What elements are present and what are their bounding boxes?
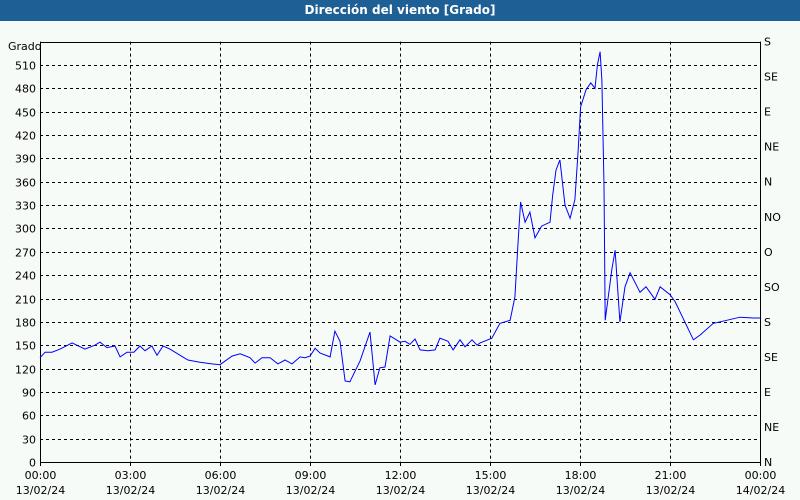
wind-direction-chart: Grado 0 30 60 90 120 150 180 210 240 270 300 330 360…: [8, 36, 785, 497]
y-tick-label: 30: [22, 434, 36, 447]
y-axis-label: Grado: [8, 40, 42, 53]
compass-tick-label: NE: [764, 141, 779, 154]
y-tick-label: 330: [15, 200, 36, 213]
compass-tick-label: SO: [764, 281, 780, 294]
x-tick-date: 13/02/24: [466, 484, 515, 497]
y-tick-label: 210: [15, 294, 36, 307]
compass-tick-label: E: [764, 106, 771, 119]
x-tick-time: 00:00: [25, 469, 57, 482]
x-tick-date: 13/02/24: [646, 484, 695, 497]
y-tick-label: 150: [15, 340, 36, 353]
x-tick-time: 15:00: [475, 469, 507, 482]
x-tick-time: 03:00: [115, 469, 147, 482]
y-tick-label: 180: [15, 317, 36, 330]
y-tick-label: 510: [15, 60, 36, 73]
x-tick-date: 13/02/24: [556, 484, 605, 497]
y-tick-label: 270: [15, 247, 36, 260]
y-tick-label: 450: [15, 107, 36, 120]
x-tick-time: 12:00: [385, 469, 417, 482]
compass-tick-label: SE: [764, 351, 778, 364]
y-tick-label: 0: [29, 457, 36, 470]
y-tick-label: 360: [15, 177, 36, 190]
x-tick-time: 06:00: [205, 469, 237, 482]
y-tick-label: 60: [22, 410, 36, 423]
y-tick-label: 420: [15, 130, 36, 143]
compass-tick-label: E: [764, 386, 771, 399]
compass-tick-label: NE: [764, 421, 779, 434]
x-tick-date: 13/02/24: [376, 484, 425, 497]
y-tick-label: 480: [15, 83, 36, 96]
compass-tick-label: N: [764, 176, 772, 189]
compass-tick-label: NO: [764, 211, 781, 224]
compass-tick-label: S: [764, 36, 771, 49]
x-tick-date: 13/02/24: [16, 484, 65, 497]
y-tick-label: 300: [15, 223, 36, 236]
y-tick-label: 90: [22, 387, 36, 400]
x-tick-date: 13/02/24: [286, 484, 335, 497]
compass-tick-label: S: [764, 316, 771, 329]
y-tick-label: 240: [15, 270, 36, 283]
compass-tick-label: N: [764, 456, 772, 469]
y-tick-label: 120: [15, 364, 36, 377]
x-tick-date: 13/02/24: [106, 484, 155, 497]
compass-tick-label: SE: [764, 71, 778, 84]
x-tick-time: 00:00: [745, 469, 777, 482]
x-tick-date: 14/02/24: [736, 484, 785, 497]
x-tick-time: 21:00: [655, 469, 687, 482]
x-tick-time: 18:00: [565, 469, 597, 482]
compass-tick-label: O: [764, 246, 773, 259]
x-tick-time: 09:00: [295, 469, 327, 482]
y-tick-label: 390: [15, 153, 36, 166]
x-tick-date: 13/02/24: [196, 484, 245, 497]
